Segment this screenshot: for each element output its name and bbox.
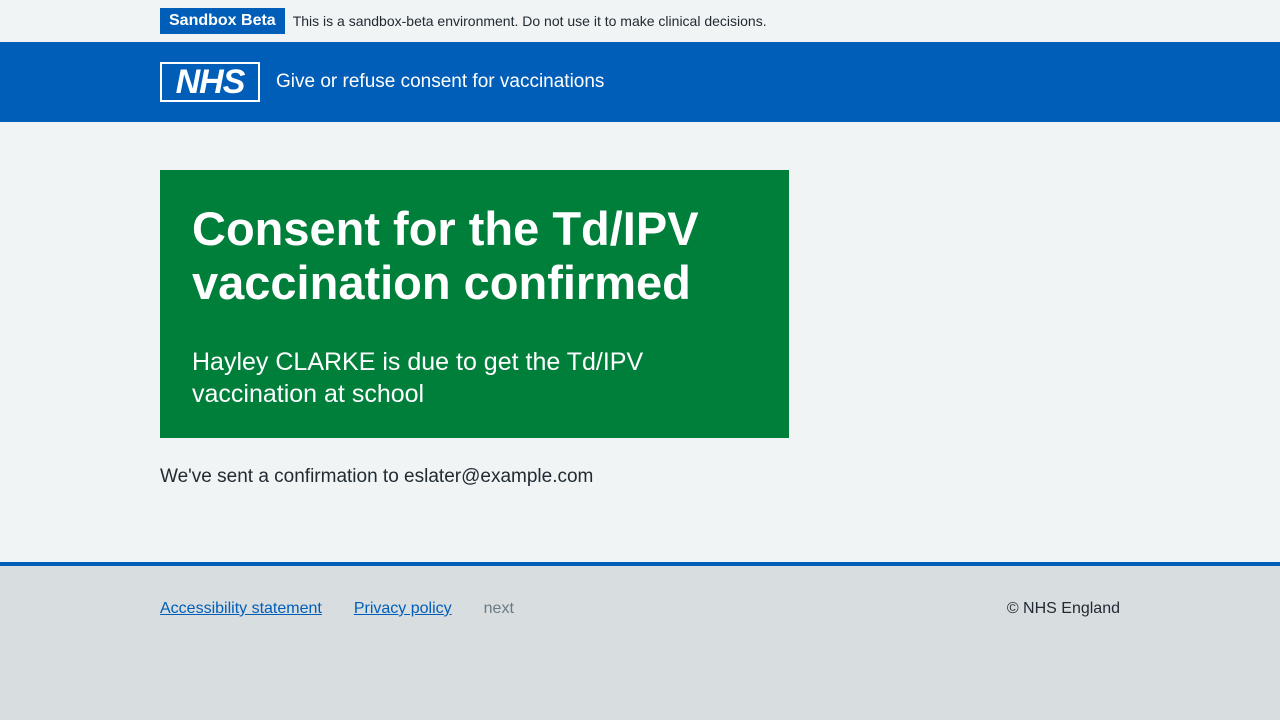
- environment-tag: Sandbox Beta: [160, 8, 285, 34]
- site-header: NHS Give or refuse consent for vaccinati…: [0, 42, 1280, 122]
- privacy-policy-link[interactable]: Privacy policy: [354, 600, 452, 618]
- nhs-logo-text: NHS: [162, 64, 258, 100]
- panel-body: Hayley CLARKE is due to get the Td/IPV v…: [192, 348, 644, 408]
- main-content: Consent for the Td/IPV vaccination confi…: [0, 122, 1280, 489]
- environment-message: This is a sandbox-beta environment. Do n…: [292, 13, 767, 29]
- environment-banner: Sandbox Beta This is a sandbox-beta envi…: [0, 0, 1280, 42]
- confirmation-panel: Consent for the Td/IPV vaccination confi…: [160, 170, 789, 438]
- service-name[interactable]: Give or refuse consent for vaccinations: [276, 71, 604, 93]
- version-label: next: [483, 600, 514, 617]
- panel-title: Consent for the Td/IPV vaccination confi…: [192, 202, 699, 309]
- copyright: © NHS England: [1006, 600, 1120, 617]
- accessibility-statement-link[interactable]: Accessibility statement: [160, 600, 322, 618]
- confirmation-message: We've sent a confirmation to eslater@exa…: [160, 466, 594, 487]
- nhs-logo[interactable]: NHS: [160, 62, 260, 102]
- site-footer: Accessibility statement Privacy policy n…: [0, 562, 1280, 720]
